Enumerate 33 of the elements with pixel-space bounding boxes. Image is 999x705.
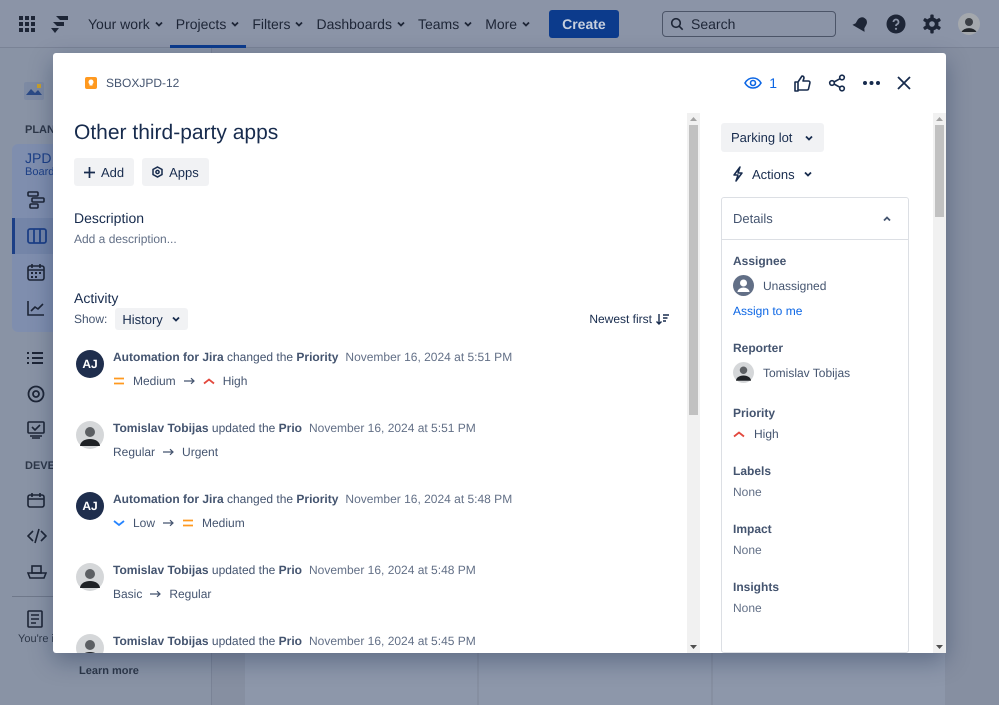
field-label: Reporter	[733, 341, 784, 355]
field-label: Labels	[733, 464, 772, 478]
activity-time: November 16, 2024 at 5:45 PM	[308, 634, 476, 648]
field-label: Impact	[733, 522, 773, 536]
activity-heading: Activity	[74, 290, 120, 306]
activity-text: Tomislav Tobijas updated the Prio	[113, 421, 302, 435]
activity-text: Tomislav Tobijas updated the Prio	[113, 563, 302, 577]
show-label: Show:	[74, 312, 108, 326]
old-value: Basic	[113, 587, 142, 601]
old-value: Medium	[133, 374, 176, 388]
activity-time: November 16, 2024 at 5:51 PM	[345, 350, 512, 364]
issue-title: Other third-party apps	[74, 120, 280, 146]
activity-time: November 16, 2024 at 5:48 PM	[345, 492, 512, 506]
old-value: Regular	[113, 445, 156, 459]
description-heading: Description	[74, 210, 146, 226]
user-avatar: AJ	[76, 350, 104, 378]
section-heading: DEVE	[25, 460, 55, 472]
new-value: Regular	[169, 587, 212, 601]
field-label: Priority	[733, 406, 776, 420]
activity-time: November 16, 2024 at 5:48 PM	[308, 563, 476, 577]
activity-text: Tomislav Tobijas updated the Prio	[113, 634, 302, 648]
activity-text: Automation for Jira changed the Priority	[113, 492, 338, 506]
user-avatar: AJ	[76, 492, 104, 520]
old-value: Low	[133, 516, 156, 530]
field-label: Assignee	[733, 254, 788, 268]
field-label: Insights	[733, 580, 780, 594]
activity-time: November 16, 2024 at 5:51 PM	[308, 421, 476, 435]
field-value: Unassigned	[763, 278, 826, 292]
new-value: Medium	[202, 516, 245, 530]
footer-text: You're i	[18, 633, 54, 645]
activity-text: Automation for Jira changed the Priority	[113, 350, 338, 364]
new-value: High	[222, 374, 248, 388]
new-value: Urgent	[182, 445, 218, 459]
